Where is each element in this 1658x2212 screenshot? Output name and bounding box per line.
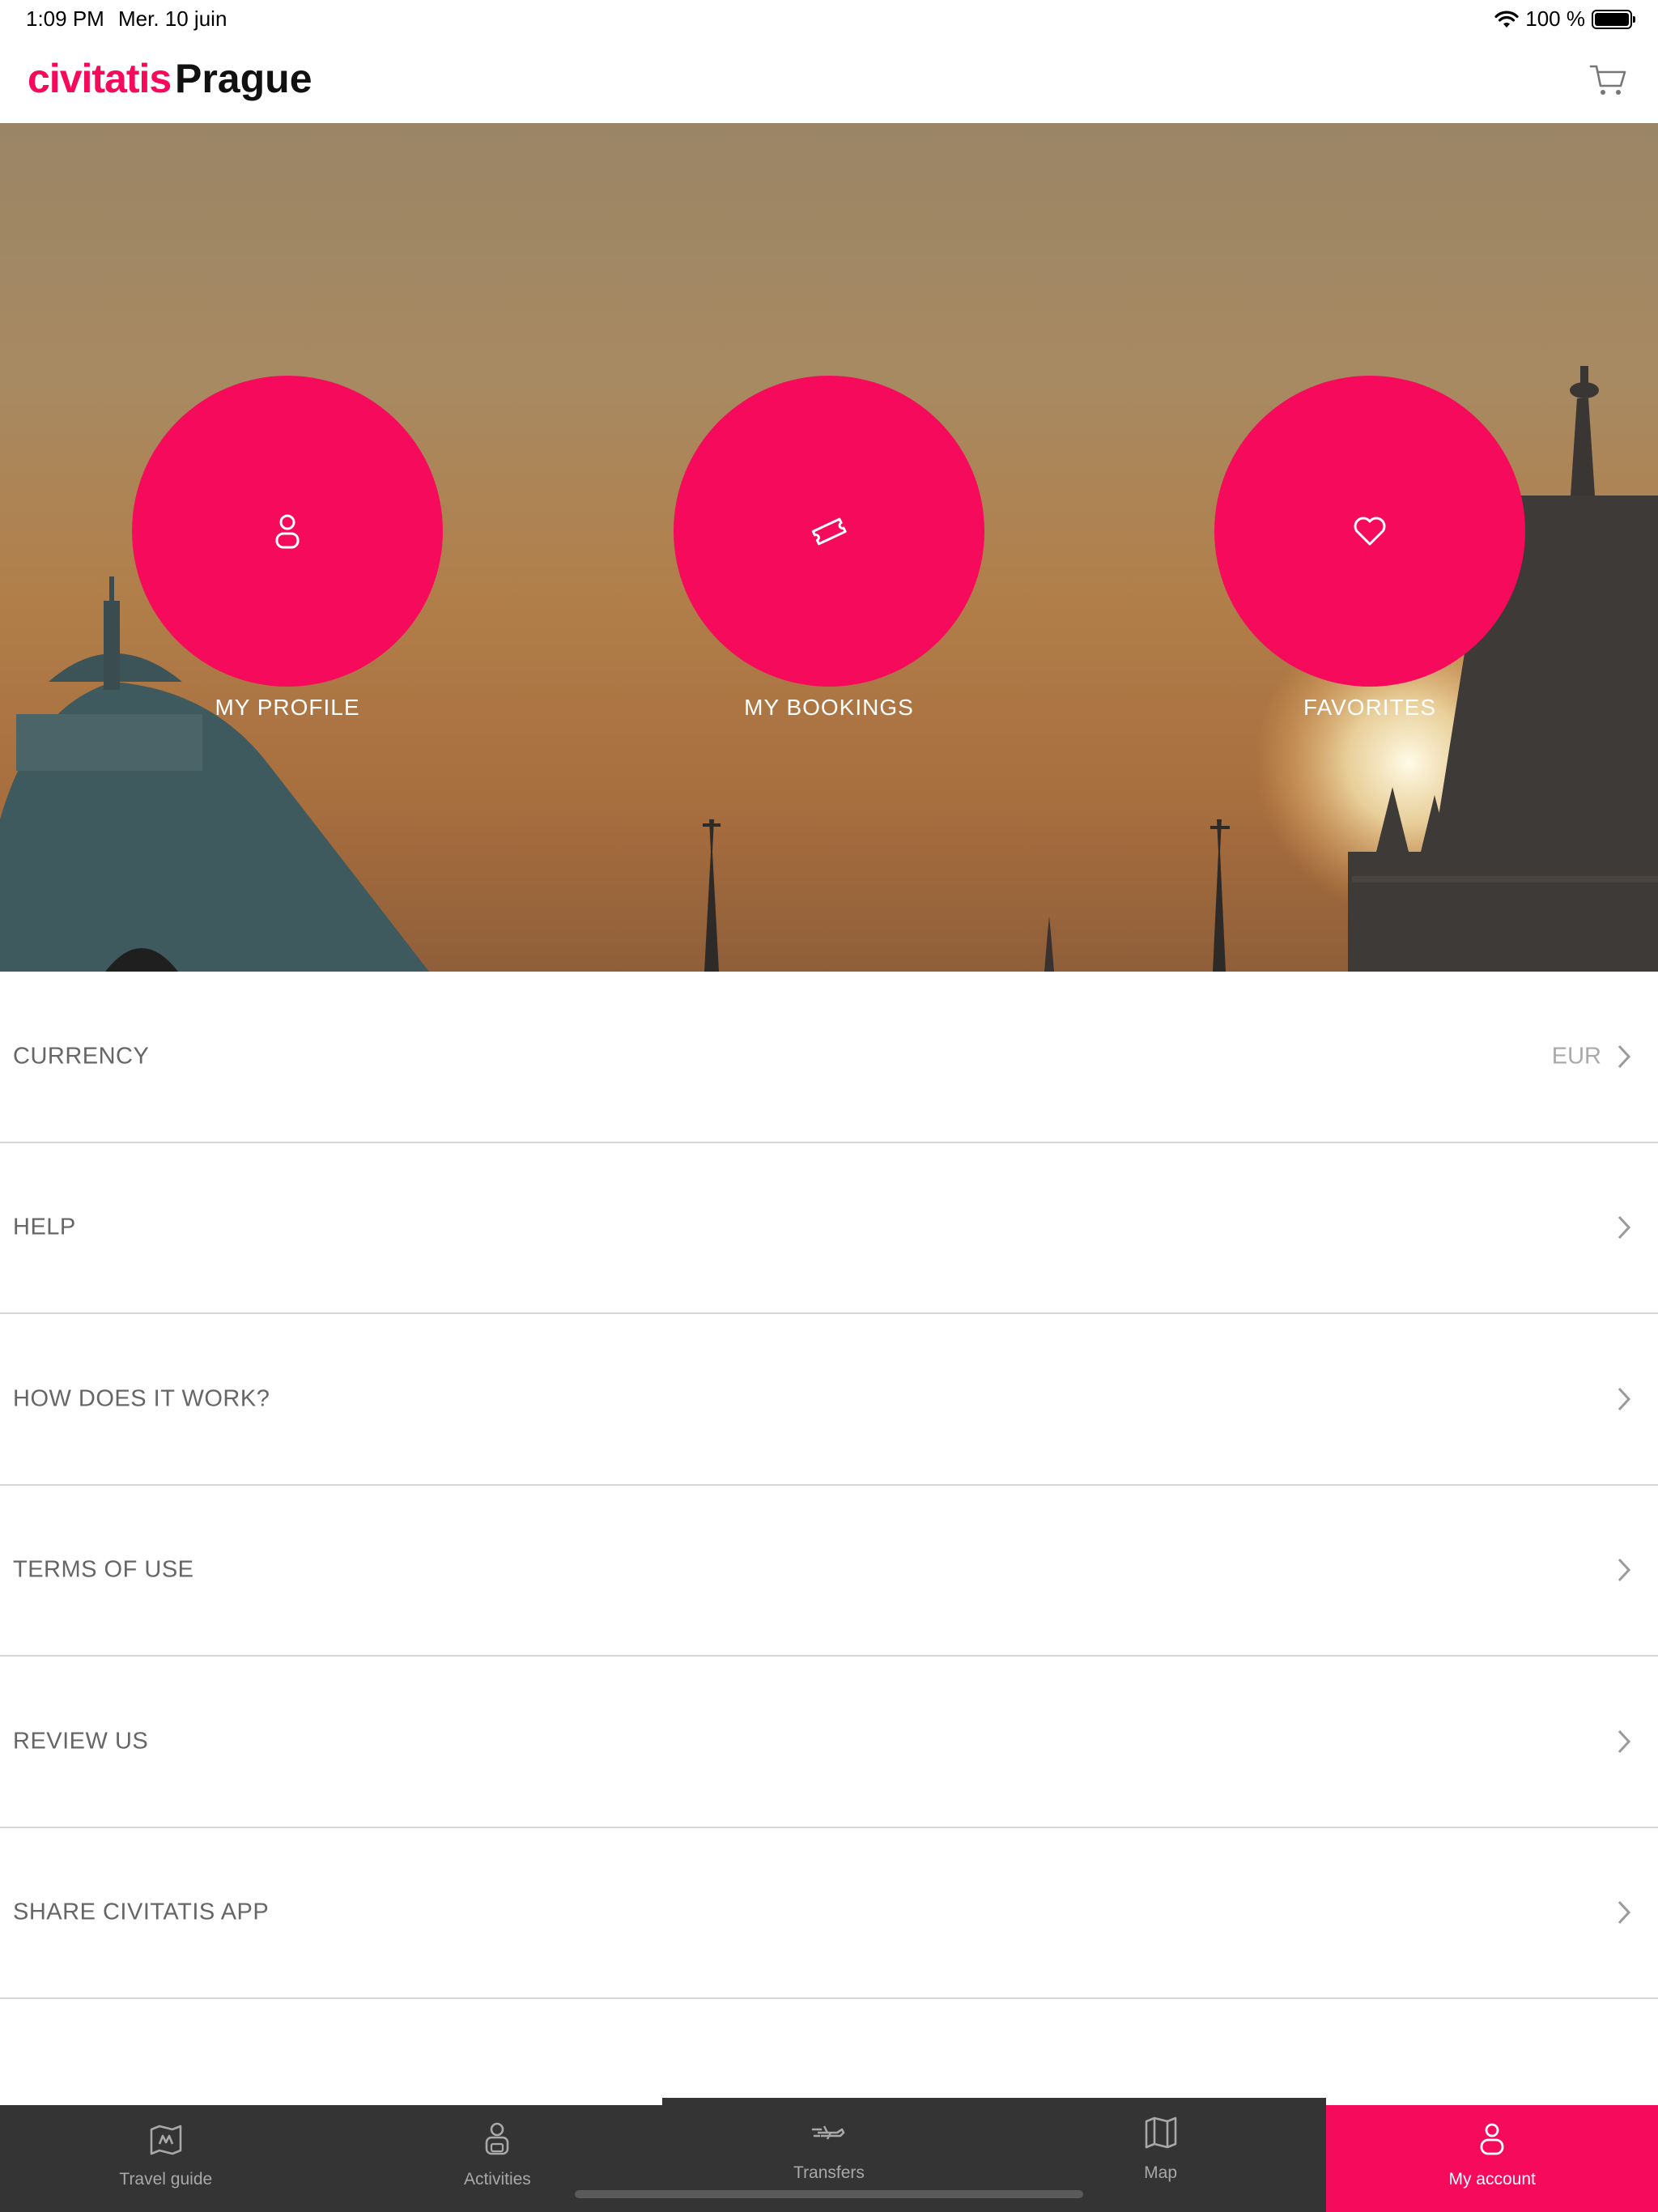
tab-label: Transfers	[793, 2163, 865, 2182]
menu-item-label: TERMS OF USE	[13, 1556, 194, 1583]
home-indicator[interactable]	[575, 2190, 1083, 2198]
menu-item-label: SHARE CIVITATIS APP	[13, 1899, 270, 1925]
account-icon	[1480, 2123, 1504, 2155]
activities-icon	[486, 2122, 509, 2155]
menu-item-how-it-works[interactable]: HOW DOES IT WORK?	[0, 1314, 1658, 1486]
hero-banner: MY PROFILE MY BOOKINGS FAVORITES	[0, 123, 1658, 972]
battery-percent: 100 %	[1525, 6, 1585, 31]
menu-item-review[interactable]: REVIEW US	[0, 1657, 1658, 1828]
tab-my-account[interactable]: My account	[1326, 2105, 1658, 2212]
my-profile-label: MY PROFILE	[215, 695, 360, 720]
favorites-button[interactable]	[1214, 376, 1525, 687]
wifi-icon	[1494, 11, 1519, 28]
brand-logo[interactable]: civitatis	[28, 55, 172, 102]
battery-icon	[1592, 9, 1635, 29]
tab-label: Travel guide	[119, 2170, 213, 2189]
chevron-right-icon	[1618, 1729, 1631, 1753]
my-bookings-label: MY BOOKINGS	[744, 695, 914, 720]
map-guide-icon	[150, 2125, 182, 2155]
chevron-right-icon	[1618, 1387, 1631, 1410]
cart-icon[interactable]	[1588, 60, 1629, 100]
user-icon	[275, 514, 300, 549]
menu-item-label: HELP	[13, 1214, 76, 1240]
map-icon	[1145, 2116, 1176, 2149]
currency-value: EUR	[1551, 1043, 1601, 1070]
city-title: Prague	[175, 56, 312, 101]
heart-icon	[1354, 517, 1386, 546]
my-bookings-button[interactable]	[674, 376, 984, 687]
status-time: 1:09 PM	[26, 6, 104, 31]
menu-item-label: HOW DOES IT WORK?	[13, 1385, 270, 1412]
favorites-label: FAVORITES	[1303, 695, 1437, 720]
tab-label: My account	[1448, 2170, 1536, 2189]
chevron-right-icon	[1618, 1901, 1631, 1925]
status-indicators: 100 %	[1494, 6, 1635, 32]
my-profile-button[interactable]	[132, 376, 443, 687]
tab-label: Activities	[463, 2170, 531, 2189]
status-bar: 1:09 PM Mer. 10 juin 100 %	[0, 0, 1658, 39]
tab-label: Map	[1144, 2163, 1178, 2182]
transfer-icon	[811, 2125, 845, 2140]
ticket-icon	[811, 517, 847, 546]
chevron-right-icon	[1618, 1216, 1631, 1240]
menu-item-label: CURRENCY	[13, 1043, 150, 1070]
menu-item-share[interactable]: SHARE CIVITATIS APP	[0, 1828, 1658, 1999]
tab-travel-guide[interactable]: Travel guide	[0, 2105, 332, 2212]
app-header: civitatis Prague	[0, 39, 1658, 123]
menu-item-terms[interactable]: TERMS OF USE	[0, 1486, 1658, 1657]
menu-item-currency[interactable]: CURRENCY EUR	[0, 972, 1658, 1143]
menu-item-help[interactable]: HELP	[0, 1143, 1658, 1314]
chevron-right-icon	[1618, 1559, 1631, 1582]
settings-menu: CURRENCY EUR HELP HOW DOES IT WORK? TERM…	[0, 972, 1658, 1999]
chevron-right-icon	[1618, 1044, 1631, 1068]
menu-item-label: REVIEW US	[13, 1728, 149, 1755]
status-date: Mer. 10 juin	[118, 6, 227, 31]
